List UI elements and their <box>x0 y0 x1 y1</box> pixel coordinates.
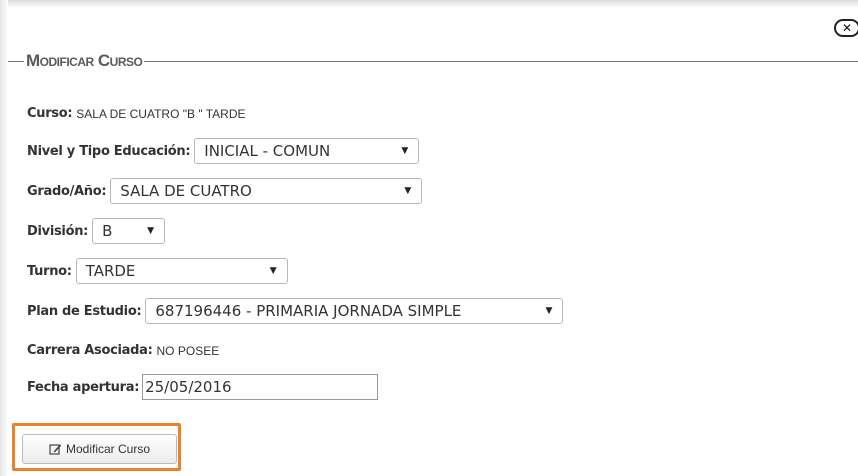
chevron-down-icon: ▼ <box>545 306 553 316</box>
division-row: División: B ▼ <box>27 218 166 244</box>
chevron-down-icon: ▼ <box>401 146 409 156</box>
chevron-down-icon: ▼ <box>147 226 155 236</box>
curso-row: Curso: SALA DE CUATRO "B " TARDE <box>27 106 246 121</box>
fecha-apertura-input[interactable] <box>142 374 379 400</box>
grado-row: Grado/Año: SALA DE CUATRO ▼ <box>27 178 423 204</box>
legend-rule-right <box>144 60 858 62</box>
carrera-value: NO POSEE <box>156 343 220 358</box>
grado-select-value: SALA DE CUATRO <box>120 182 252 200</box>
close-button[interactable]: ✕ <box>834 19 858 37</box>
grado-label: Grado/Año: <box>27 183 107 199</box>
curso-value: SALA DE CUATRO "B " TARDE <box>76 106 246 121</box>
turno-row: Turno: TARDE ▼ <box>27 258 288 284</box>
left-shadow <box>0 0 8 476</box>
nivel-label: Nivel y Tipo Educación: <box>27 143 191 159</box>
turno-select-value: TARDE <box>85 262 136 280</box>
nivel-select-value: INICIAL - COMUN <box>204 142 331 160</box>
legend-rule-left <box>8 60 24 62</box>
close-icon: ✕ <box>841 21 853 35</box>
chevron-down-icon: ▼ <box>404 186 412 196</box>
plan-select[interactable]: 687196446 - PRIMARIA JORNADA SIMPLE ▼ <box>145 298 564 324</box>
chevron-down-icon: ▼ <box>269 266 277 276</box>
nivel-select[interactable]: INICIAL - COMUN ▼ <box>194 138 420 164</box>
fecha-row: Fecha apertura: <box>27 374 379 400</box>
plan-select-value: 687196446 - PRIMARIA JORNADA SIMPLE <box>155 302 462 320</box>
grado-select[interactable]: SALA DE CUATRO ▼ <box>110 178 423 204</box>
turno-label: Turno: <box>27 263 72 279</box>
curso-label: Curso: <box>27 106 73 121</box>
modificar-curso-label: Modificar Curso <box>65 442 151 456</box>
plan-label: Plan de Estudio: <box>27 303 142 319</box>
division-label: División: <box>27 223 89 239</box>
legend-title: Modificar Curso <box>26 51 143 70</box>
modificar-curso-button[interactable]: Modificar Curso <box>22 434 177 464</box>
nivel-row: Nivel y Tipo Educación: INICIAL - COMUN … <box>27 138 420 164</box>
carrera-label: Carrera Asociada: <box>27 343 153 358</box>
turno-select[interactable]: TARDE ▼ <box>75 258 288 284</box>
top-shadow <box>0 0 858 8</box>
fecha-label: Fecha apertura: <box>27 379 140 395</box>
division-select-value: B <box>102 222 113 240</box>
edit-icon <box>49 444 62 455</box>
carrera-row: Carrera Asociada: NO POSEE <box>27 343 219 358</box>
division-select[interactable]: B ▼ <box>92 218 166 244</box>
plan-row: Plan de Estudio: 687196446 - PRIMARIA JO… <box>27 298 564 324</box>
fieldset-legend: Modificar Curso <box>8 50 858 72</box>
